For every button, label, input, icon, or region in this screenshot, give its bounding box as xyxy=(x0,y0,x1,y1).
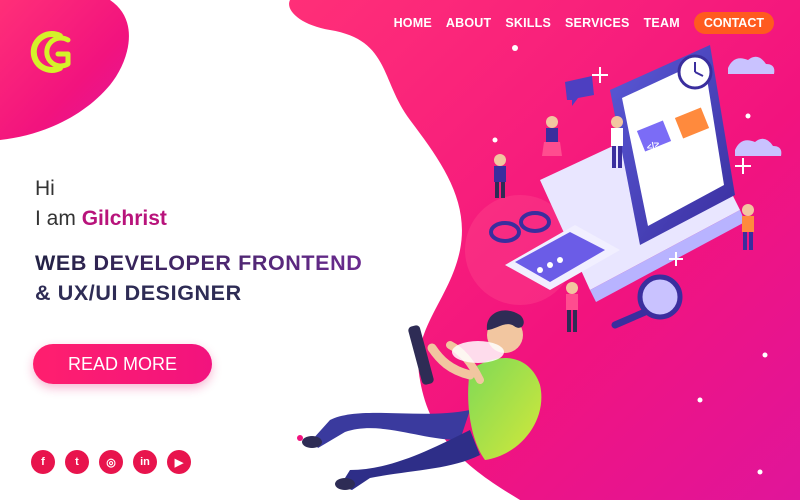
hero-title-line1: WEB DEVELOPER FRONTEND xyxy=(35,248,362,278)
cg-logo-icon[interactable] xyxy=(22,24,78,80)
nav-contact-button[interactable]: CONTACT xyxy=(693,12,774,34)
linkedin-icon[interactable]: in xyxy=(133,450,157,474)
nav-about[interactable]: ABOUT xyxy=(446,16,491,30)
nav-team[interactable]: TEAM xyxy=(644,16,680,30)
nav-home[interactable]: HOME xyxy=(394,16,432,30)
nav-services[interactable]: SERVICES xyxy=(565,16,630,30)
nav-skills[interactable]: SKILLS xyxy=(505,16,551,30)
youtube-icon[interactable]: ▶ xyxy=(167,450,191,474)
social-links: f t ◎ in ▶ xyxy=(31,450,191,474)
hero-name: Gilchrist xyxy=(81,207,167,230)
hero-title: WEB DEVELOPER FRONTEND & UX/UI DESIGNER xyxy=(35,248,362,308)
hero-intro-text: I am xyxy=(35,207,76,230)
hero-greeting: Hi xyxy=(35,177,55,200)
facebook-icon[interactable]: f xyxy=(31,450,55,474)
read-more-button[interactable]: READ MORE xyxy=(33,344,212,384)
twitter-icon[interactable]: t xyxy=(65,450,89,474)
instagram-icon[interactable]: ◎ xyxy=(99,450,123,474)
hero-section: Hi I am Gilchrist WEB DEVELOPER FRONTEND… xyxy=(35,174,362,308)
hero-title-line2: & UX/UI DESIGNER xyxy=(35,281,242,305)
main-nav: HOME ABOUT SKILLS SERVICES TEAM CONTACT xyxy=(394,12,774,34)
hero-intro: I am Gilchrist xyxy=(35,204,362,234)
